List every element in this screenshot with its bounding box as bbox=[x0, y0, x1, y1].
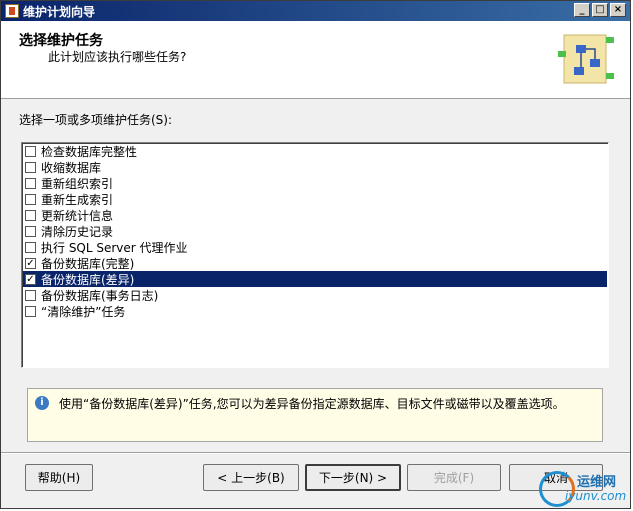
task-label: “清除维护”任务 bbox=[41, 304, 126, 319]
task-checkbox[interactable]: ✓ bbox=[25, 257, 36, 269]
task-checkbox[interactable]: ✓ bbox=[25, 273, 36, 285]
close-button[interactable]: × bbox=[610, 3, 626, 17]
task-backup-transaction-log[interactable]: 备份数据库(事务日志) bbox=[23, 287, 607, 303]
task-checkbox[interactable] bbox=[25, 209, 36, 221]
info-icon: i bbox=[35, 396, 49, 410]
task-description-panel: i 使用“备份数据库(差异)”任务,您可以为差异备份指定源数据库、目标文件或磁带… bbox=[27, 388, 603, 442]
button-divider bbox=[1, 452, 630, 454]
task-label: 执行 SQL Server 代理作业 bbox=[41, 240, 188, 255]
finish-button: 完成(F) bbox=[407, 464, 501, 491]
task-checkbox[interactable] bbox=[25, 289, 36, 301]
task-shrink-db[interactable]: 收缩数据库 bbox=[23, 159, 607, 175]
wizard-window: 维护计划向导 _ □ × 选择维护任务 此计划应该执行哪些任务? 选择一项或多项… bbox=[0, 0, 631, 509]
maximize-button[interactable]: □ bbox=[592, 3, 608, 17]
task-maintenance-cleanup[interactable]: “清除维护”任务 bbox=[23, 303, 607, 319]
task-checkbox[interactable] bbox=[25, 161, 36, 173]
task-description-text: 使用“备份数据库(差异)”任务,您可以为差异备份指定源数据库、目标文件或磁带以及… bbox=[59, 397, 565, 411]
task-checkbox[interactable] bbox=[25, 145, 36, 157]
task-history-cleanup[interactable]: 清除历史记录 bbox=[23, 223, 607, 239]
task-backup-full[interactable]: ✓ 备份数据库(完整) bbox=[23, 255, 607, 271]
task-check-db-integrity[interactable]: 检查数据库完整性 bbox=[23, 143, 607, 159]
maintenance-task-list[interactable]: 检查数据库完整性 收缩数据库 重新组织索引 重新生成索引 更新统计信息 清除历史… bbox=[21, 142, 609, 368]
task-update-statistics[interactable]: 更新统计信息 bbox=[23, 207, 607, 223]
task-label: 备份数据库(完整) bbox=[41, 256, 135, 271]
task-checkbox[interactable] bbox=[25, 177, 36, 189]
page-subtitle: 此计划应该执行哪些任务? bbox=[48, 50, 187, 64]
next-button[interactable]: 下一步(N) > bbox=[305, 464, 401, 491]
watermark-en-text: iyunv.com bbox=[565, 489, 627, 503]
window-controls: _ □ × bbox=[574, 3, 626, 17]
back-button[interactable]: < 上一步(B) bbox=[203, 464, 299, 491]
task-checkbox[interactable] bbox=[25, 193, 36, 205]
task-checkbox[interactable] bbox=[25, 305, 36, 317]
task-list-label: 选择一项或多项维护任务(S): bbox=[19, 113, 173, 127]
task-checkbox[interactable] bbox=[25, 225, 36, 237]
task-label: 清除历史记录 bbox=[41, 224, 114, 239]
task-reorganize-index[interactable]: 重新组织索引 bbox=[23, 175, 607, 191]
task-label: 备份数据库(事务日志) bbox=[41, 288, 159, 303]
task-label: 更新统计信息 bbox=[41, 208, 114, 223]
task-label: 检查数据库完整性 bbox=[41, 144, 138, 159]
task-label: 重新组织索引 bbox=[41, 176, 114, 191]
task-checkbox[interactable] bbox=[25, 241, 36, 253]
window-title: 维护计划向导 bbox=[23, 4, 96, 19]
task-label: 收缩数据库 bbox=[41, 160, 102, 175]
task-label: 备份数据库(差异) bbox=[41, 272, 135, 287]
task-label: 重新生成索引 bbox=[41, 192, 114, 207]
wizard-header: 选择维护任务 此计划应该执行哪些任务? bbox=[1, 21, 630, 99]
task-rebuild-index[interactable]: 重新生成索引 bbox=[23, 191, 607, 207]
task-sql-agent-job[interactable]: 执行 SQL Server 代理作业 bbox=[23, 239, 607, 255]
minimize-button[interactable]: _ bbox=[574, 3, 590, 17]
wizard-graphic-icon bbox=[558, 34, 614, 84]
watermark-cn-text: 运维网 bbox=[577, 475, 617, 490]
site-watermark-logo: 运维网 iyunv.com bbox=[535, 463, 631, 509]
task-backup-differential[interactable]: ✓ 备份数据库(差异) bbox=[23, 271, 607, 287]
app-icon bbox=[5, 4, 19, 18]
help-button[interactable]: 帮助(H) bbox=[25, 464, 93, 491]
page-title: 选择维护任务 bbox=[19, 33, 103, 49]
title-bar[interactable]: 维护计划向导 _ □ × bbox=[1, 1, 630, 21]
